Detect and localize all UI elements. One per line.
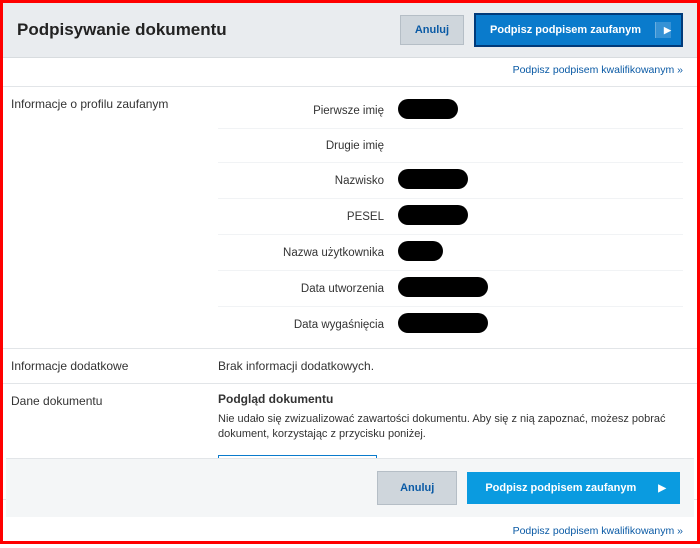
field-row: Pierwsze imię [218, 93, 683, 129]
created-value [398, 277, 683, 300]
header-actions: Anuluj Podpisz podpisem zaufanym ▶ [400, 13, 683, 47]
document-preview-title: Podgląd dokumentu [218, 392, 683, 406]
field-row: Data wygaśnięcia [218, 307, 683, 342]
field-row: PESEL [218, 199, 683, 235]
page-title: Podpisywanie dokumentu [17, 20, 227, 40]
footer-sign-trusted-label: Podpisz podpisem zaufanym [485, 482, 636, 494]
field-row: Nazwisko [218, 163, 683, 199]
first-name-label: Pierwsze imię [218, 105, 398, 117]
username-label: Nazwa użytkownika [218, 247, 398, 259]
second-name-label: Drugie imię [218, 140, 398, 152]
profile-section-title: Informacje o profilu zaufanym [3, 87, 218, 348]
footer-cancel-button[interactable]: Anuluj [377, 471, 457, 505]
expires-value [398, 313, 683, 336]
surname-label: Nazwisko [218, 175, 398, 187]
sign-qualified-link[interactable]: Podpisz podpisem kwalifikowanym » [513, 64, 683, 76]
profile-fields: Pierwsze imię Drugie imię Nazwisko PESEL… [218, 87, 697, 348]
pesel-value [398, 205, 683, 228]
footer-sign-qualified-link[interactable]: Podpisz podpisem kwalifikowanym » [513, 525, 683, 537]
cancel-button[interactable]: Anuluj [400, 15, 464, 45]
created-label: Data utworzenia [218, 283, 398, 295]
pesel-label: PESEL [218, 211, 398, 223]
footer-sign-trusted-button[interactable]: Podpisz podpisem zaufanym ▶ [467, 472, 680, 504]
chevron-right-icon: ▶ [658, 483, 666, 494]
profile-section: Informacje o profilu zaufanym Pierwsze i… [3, 86, 697, 348]
surname-value [398, 169, 683, 192]
first-name-value [398, 99, 683, 122]
chevron-right-icon: ▶ [655, 22, 671, 38]
additional-section-title: Informacje dodatkowe [3, 349, 218, 383]
sign-trusted-label: Podpisz podpisem zaufanym [490, 24, 641, 36]
header-bar: Podpisywanie dokumentu Anuluj Podpisz po… [3, 3, 697, 58]
sign-trusted-button[interactable]: Podpisz podpisem zaufanym ▶ [474, 13, 683, 47]
username-value [398, 241, 683, 264]
field-row: Drugie imię [218, 129, 683, 163]
footer-qualified-row: Podpisz podpisem kwalifikowanym » [513, 525, 683, 537]
field-row: Data utworzenia [218, 271, 683, 307]
additional-text: Brak informacji dodatkowych. [218, 359, 374, 373]
field-row: Nazwa użytkownika [218, 235, 683, 271]
footer-bar: Anuluj Podpisz podpisem zaufanym ▶ [6, 458, 694, 517]
additional-section: Informacje dodatkowe Brak informacji dod… [3, 348, 697, 383]
expires-label: Data wygaśnięcia [218, 319, 398, 331]
document-preview-text: Nie udało się zwizualizować zawartości d… [218, 412, 683, 443]
qualified-link-row: Podpisz podpisem kwalifikowanym » [3, 58, 697, 86]
